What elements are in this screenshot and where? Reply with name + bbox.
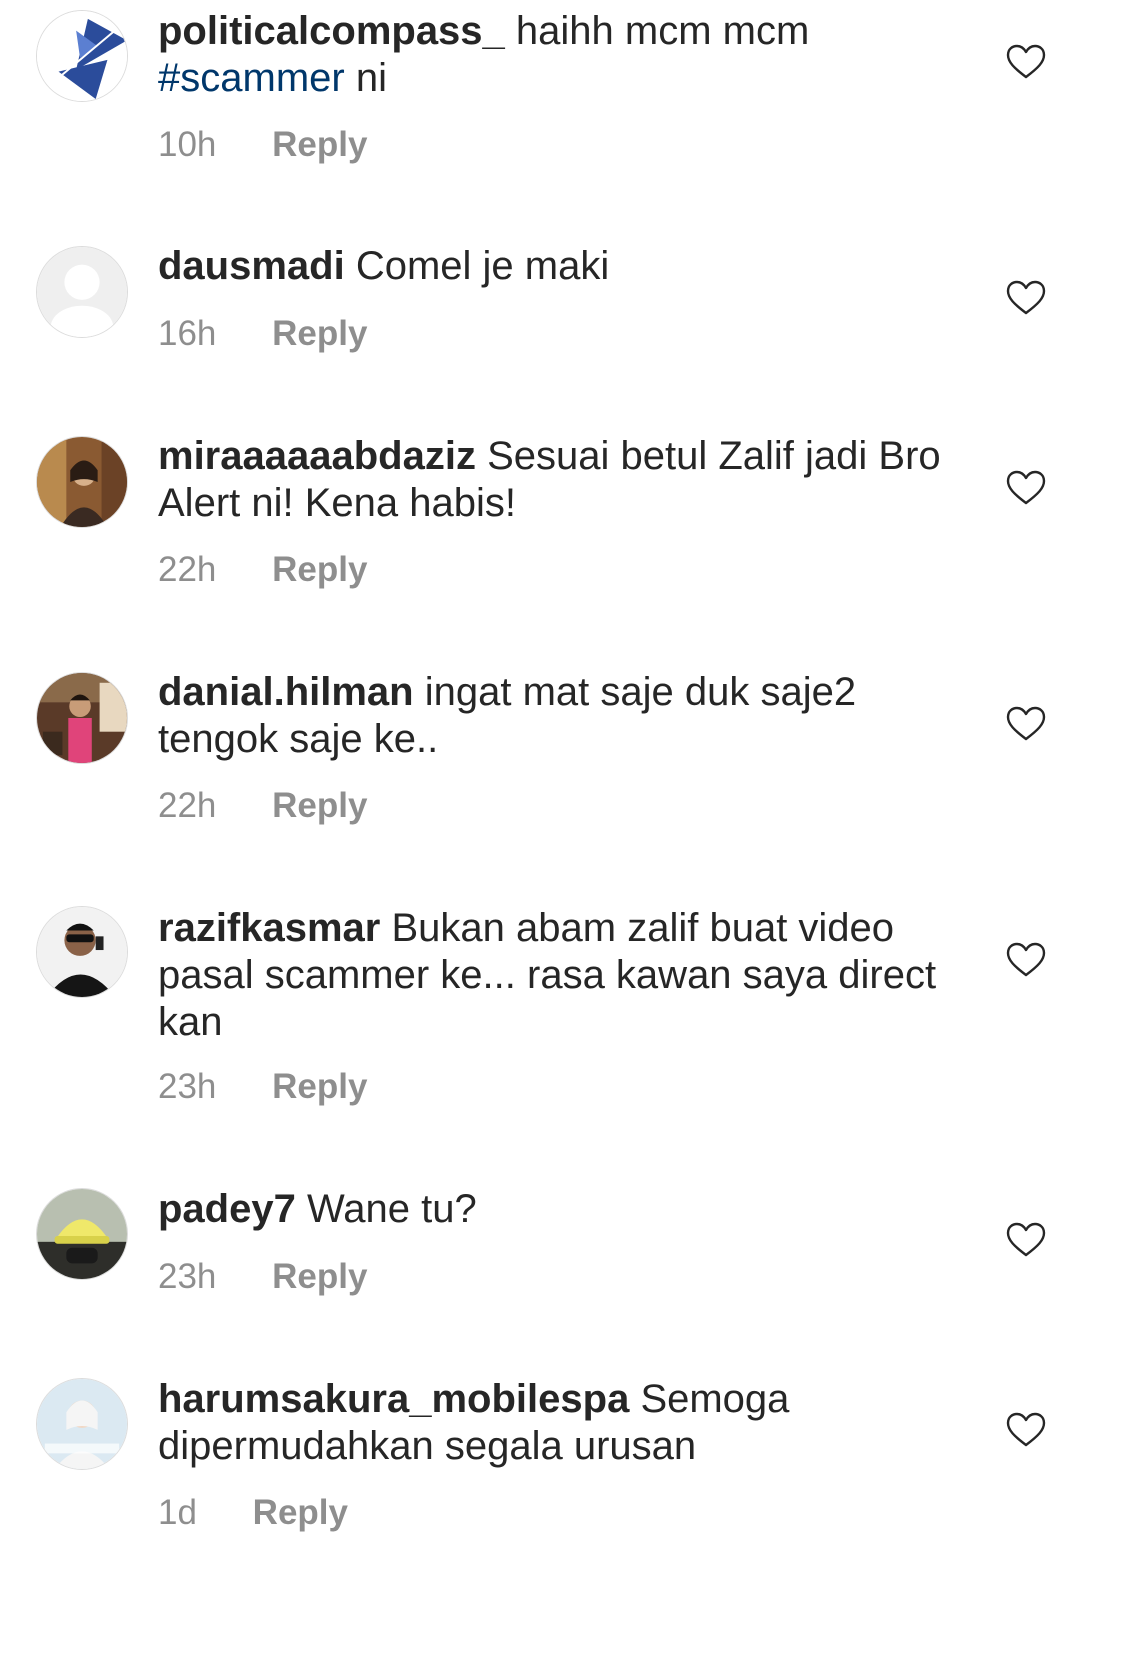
avatar[interactable] [36, 1378, 128, 1470]
heart-icon[interactable] [1006, 44, 1046, 80]
comment-meta: 1d Reply [158, 1493, 348, 1533]
comment-timestamp: 23h [158, 1257, 217, 1296]
comment-username[interactable]: politicalcompass_ [158, 9, 505, 53]
heart-icon[interactable] [1006, 1412, 1046, 1448]
comment-text: danial.hilman ingat mat saje duk saje2 t… [158, 669, 958, 763]
comment-meta: 23h Reply [158, 1257, 367, 1297]
comment-text: harumsakura_mobilespa Semoga dipermudahk… [158, 1376, 958, 1470]
reply-button[interactable]: Reply [272, 550, 367, 589]
comment-username[interactable]: harumsakura_mobilespa [158, 1377, 629, 1421]
heart-icon[interactable] [1006, 942, 1046, 978]
reply-button[interactable]: Reply [253, 1493, 348, 1532]
reply-button[interactable]: Reply [272, 786, 367, 825]
hashtag-link[interactable]: #scammer [158, 56, 345, 100]
comment-meta: 23h Reply [158, 1067, 367, 1107]
comment-text: padey7 Wane tu? [158, 1186, 958, 1233]
comment-body: Wane tu? [306, 1187, 477, 1231]
comment-timestamp: 23h [158, 1067, 217, 1106]
comment-meta: 16h Reply [158, 314, 367, 354]
heart-icon[interactable] [1006, 706, 1046, 742]
heart-icon[interactable] [1006, 280, 1046, 316]
comment-username[interactable]: dausmadi [158, 244, 345, 288]
comment-timestamp: 1d [158, 1493, 197, 1532]
comment-meta: 22h Reply [158, 550, 367, 590]
comment-meta: 10h Reply [158, 125, 367, 165]
avatar[interactable] [36, 906, 128, 998]
comment-timestamp: 22h [158, 550, 217, 589]
reply-button[interactable]: Reply [272, 1257, 367, 1296]
comment-timestamp: 16h [158, 314, 217, 353]
comment-text: miraaaaaabdaziz Sesuai betul Zalif jadi … [158, 433, 958, 527]
avatar[interactable] [36, 1188, 128, 1280]
avatar[interactable] [36, 246, 128, 338]
reply-button[interactable]: Reply [272, 1067, 367, 1106]
comment-body: Comel je maki [355, 244, 610, 288]
heart-icon[interactable] [1006, 470, 1046, 506]
avatar[interactable] [36, 672, 128, 764]
comment-timestamp: 22h [158, 786, 217, 825]
comment-username[interactable]: miraaaaaabdaziz [158, 434, 476, 478]
comment-username[interactable]: padey7 [158, 1187, 296, 1231]
comment-meta: 22h Reply [158, 786, 367, 826]
comment-body: ni [355, 56, 387, 100]
comment-text: dausmadi Comel je maki [158, 243, 958, 290]
avatar[interactable] [36, 10, 128, 102]
comment-text: politicalcompass_ haihh mcm mcm #scammer… [158, 8, 958, 102]
comment-username[interactable]: danial.hilman [158, 670, 414, 714]
comment-username[interactable]: razifkasmar [158, 906, 380, 950]
comment-text: razifkasmar Bukan abam zalif buat video … [158, 905, 958, 1046]
reply-button[interactable]: Reply [272, 125, 367, 164]
heart-icon[interactable] [1006, 1222, 1046, 1258]
comment-body: haihh mcm mcm [515, 9, 810, 53]
comment-timestamp: 10h [158, 125, 217, 164]
reply-button[interactable]: Reply [272, 314, 367, 353]
avatar[interactable] [36, 436, 128, 528]
